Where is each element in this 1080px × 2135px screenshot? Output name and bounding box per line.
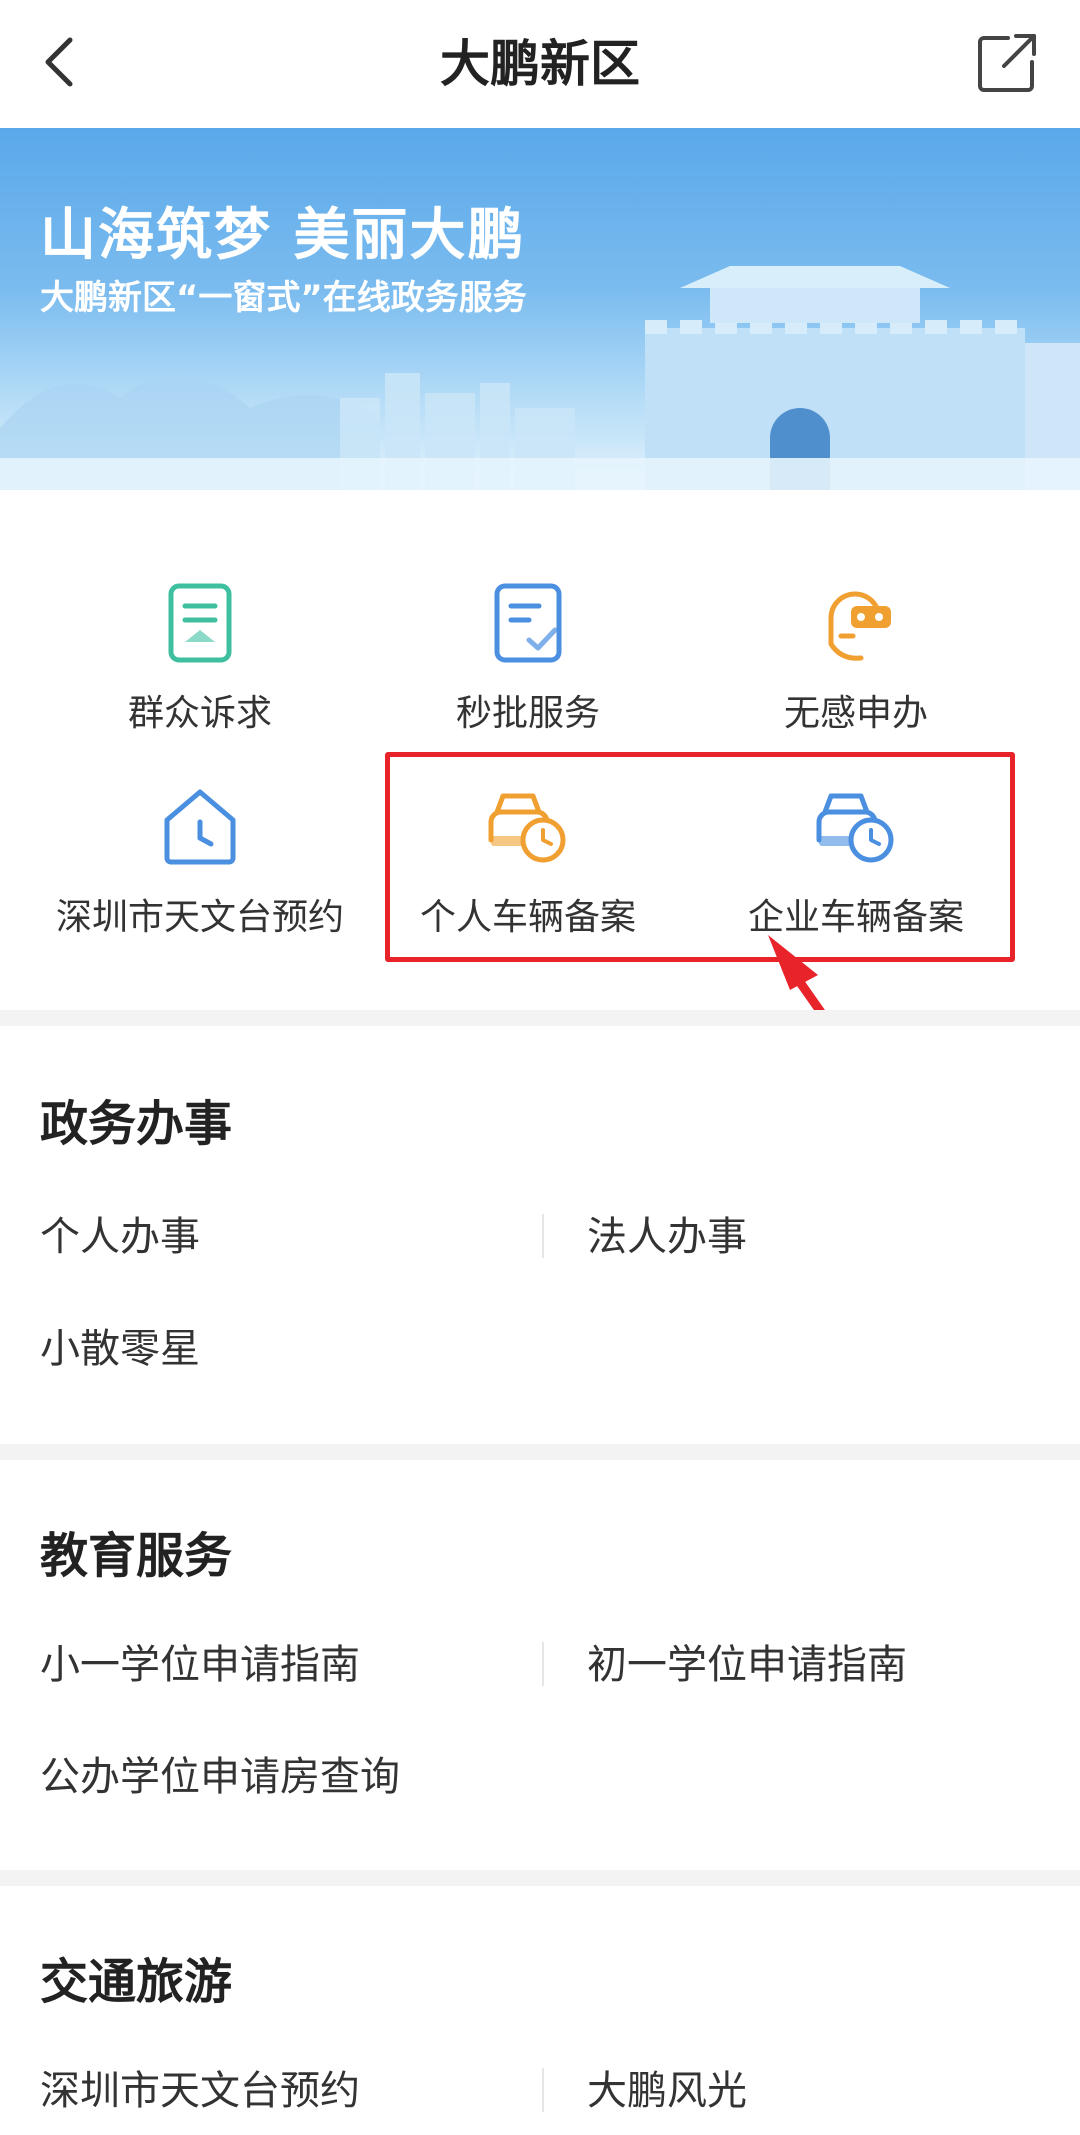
banner-subtitle: 大鹏新区“一窗式”在线政务服务 (40, 278, 527, 318)
section-title: 教育服务 (40, 1528, 233, 1584)
page-title: 大鹏新区 (440, 35, 640, 93)
grid-item-public-appeals[interactable]: 群众诉求 (35, 578, 365, 736)
section-title: 政务办事 (40, 1096, 233, 1152)
link-primary-school-guide[interactable]: 小一学位申请指南 (40, 1632, 360, 1690)
link-corporate-affairs[interactable]: 法人办事 (587, 1204, 747, 1262)
highlight-box-annotation (385, 752, 1015, 962)
grid-item-label: 无感申办 (783, 693, 928, 734)
link-dapeng-scenery[interactable]: 大鹏风光 (587, 2058, 747, 2116)
document-list-icon (168, 583, 232, 663)
link-middle-school-guide[interactable]: 初一学位申请指南 (587, 1632, 907, 1690)
section-divider (0, 1010, 1080, 1026)
face-scan-icon (828, 591, 891, 661)
link-personal-affairs[interactable]: 个人办事 (40, 1204, 200, 1262)
column-separator (542, 1214, 544, 1258)
section-title: 交通旅游 (40, 1954, 233, 2010)
link-observatory-booking[interactable]: 深圳市天文台预约 (40, 2058, 360, 2116)
section-government-affairs: 政务办事 个人办事 法人办事 小散零星 (0, 1026, 1080, 1444)
grid-item-label: 群众诉求 (127, 693, 272, 734)
banner-title: 山海筑梦 美丽大鹏 (40, 203, 526, 268)
grid-item-label: 深圳市天文台预约 (55, 897, 344, 938)
document-check-icon (494, 583, 562, 663)
grid-item-seamless-apply[interactable]: 无感申办 (691, 578, 1021, 736)
section-divider (0, 1870, 1080, 1886)
column-separator (542, 2068, 544, 2112)
section-divider (0, 1444, 1080, 1460)
grid-item-label: 秒批服务 (455, 693, 600, 734)
top-nav-bar: 大鹏新区 (0, 0, 1080, 128)
hero-banner: 山海筑梦 美丽大鹏 大鹏新区“一窗式”在线政务服务 (0, 128, 1080, 490)
link-school-housing-query[interactable]: 公办学位申请房查询 (40, 1744, 400, 1802)
house-clock-icon (164, 789, 236, 865)
section-transport-tourism: 交通旅游 深圳市天文台预约 大鹏风光 (0, 1886, 1080, 2135)
share-icon[interactable] (974, 30, 1040, 96)
column-separator (542, 1642, 544, 1686)
grid-item-observatory-booking[interactable]: 深圳市天文台预约 (35, 782, 365, 940)
grid-item-instant-approval[interactable]: 秒批服务 (363, 578, 693, 736)
section-education-services: 教育服务 小一学位申请指南 初一学位申请指南 公办学位申请房查询 (0, 1460, 1080, 1870)
link-small-projects[interactable]: 小散零星 (40, 1316, 200, 1374)
